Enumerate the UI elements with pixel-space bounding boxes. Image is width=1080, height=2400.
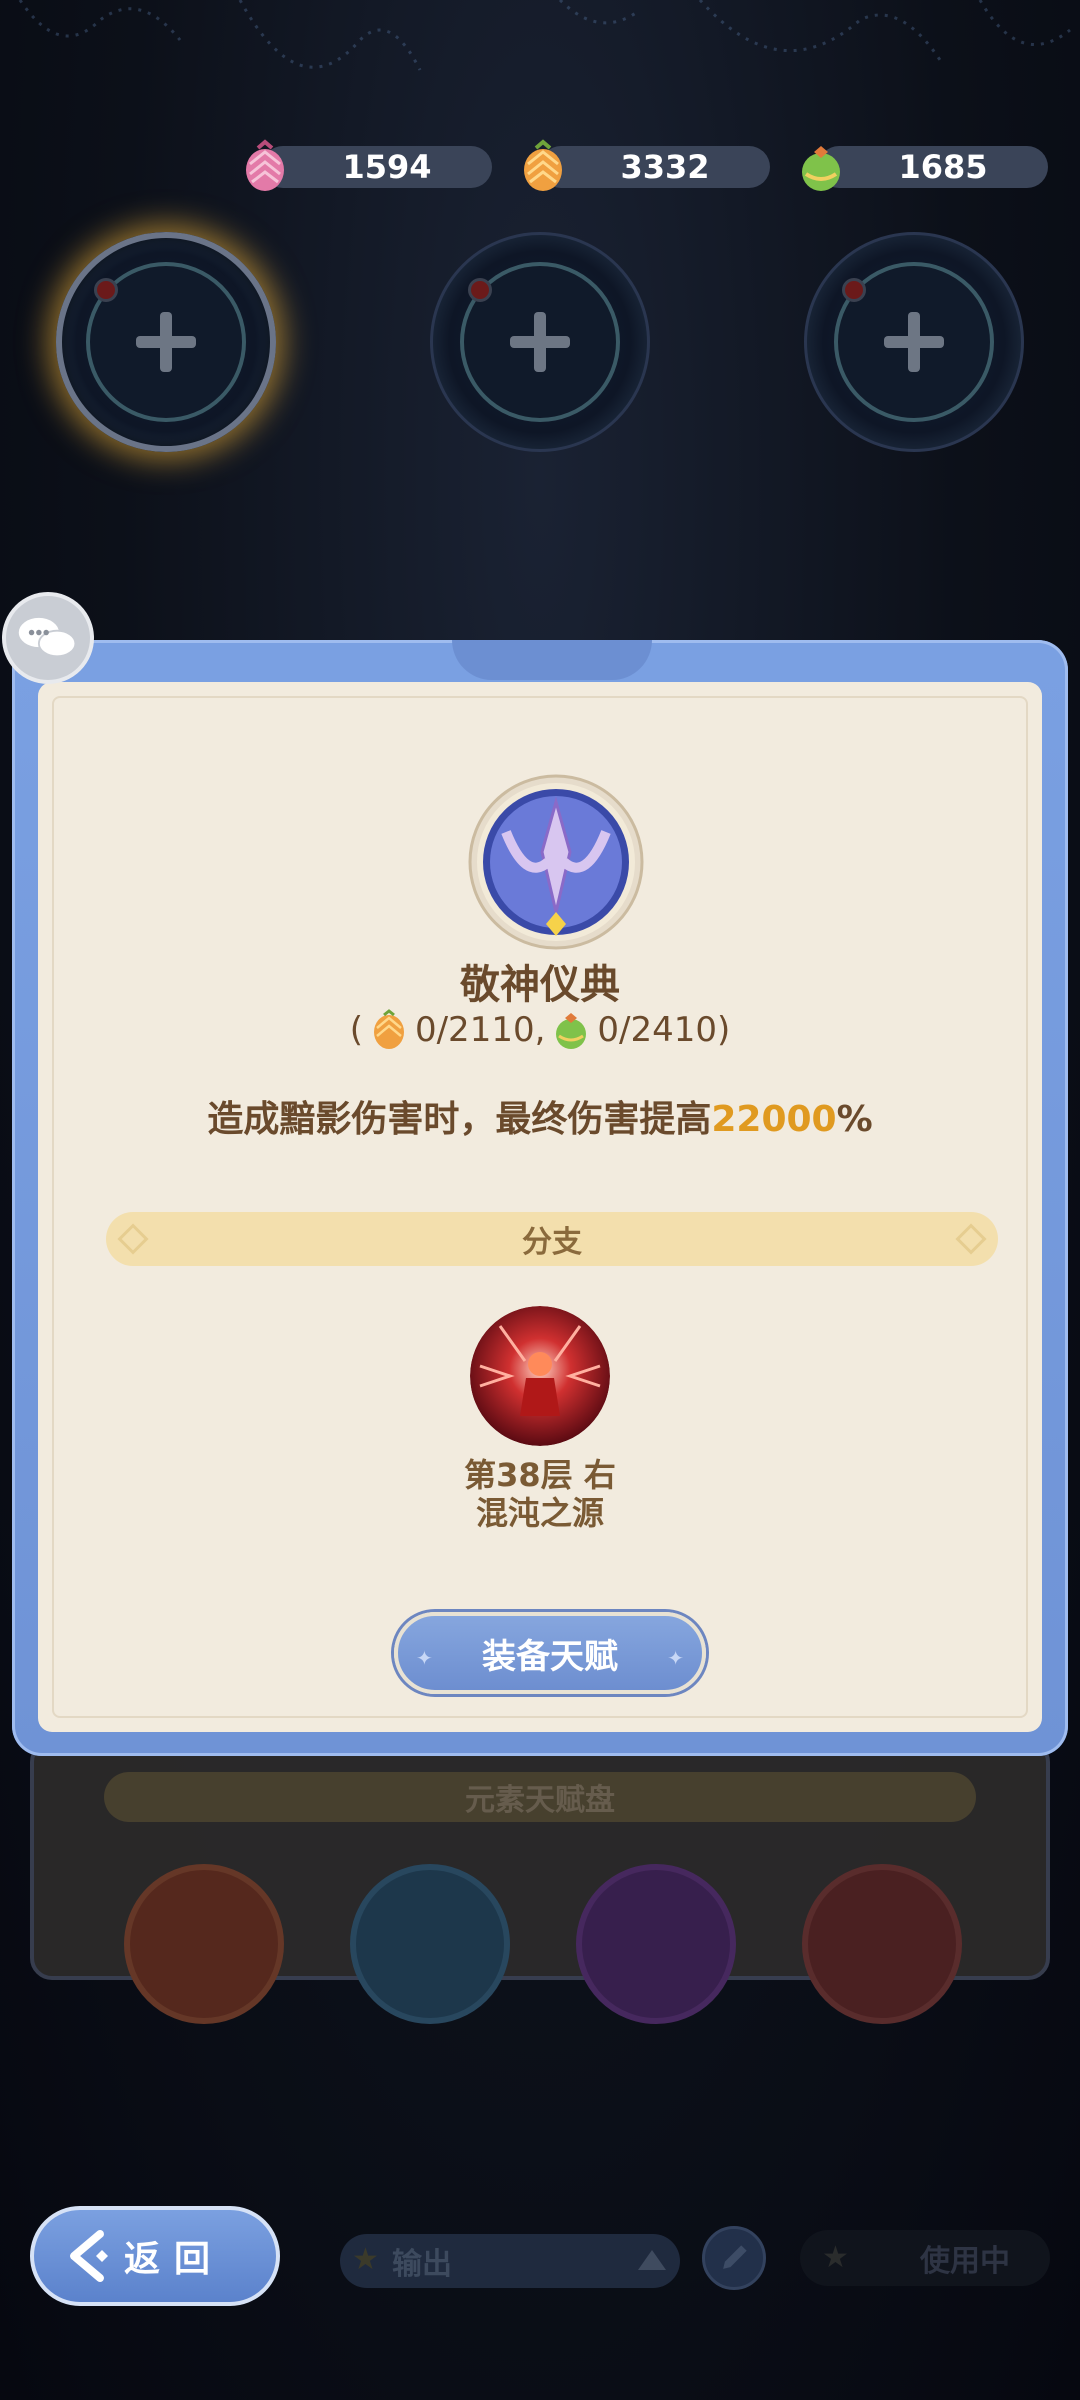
equip-talent-button[interactable]: ✦ 装备天赋 ✦ xyxy=(394,1612,706,1694)
cost-separator: , xyxy=(534,1010,546,1050)
desc-value: 22000 xyxy=(711,1099,837,1140)
game-screen: 1594 3332 1685 元素天赋盘 敬神仪典 (0/2110 , 0/2… xyxy=(0,0,1080,2400)
talent-emblem-icon xyxy=(468,774,644,950)
sparkle-icon: ✦ xyxy=(667,1646,684,1670)
plus-icon xyxy=(510,312,570,372)
equip-talent-label: 装备天赋 xyxy=(482,1636,618,1677)
talent-slot-1[interactable] xyxy=(56,232,276,452)
pencil-icon xyxy=(723,2245,747,2269)
in-use-button[interactable]: ★ 使用中 xyxy=(800,2230,1050,2286)
red-dot-indicator xyxy=(842,278,866,302)
talent-slot-3[interactable] xyxy=(804,232,1024,452)
blood-element-icon[interactable] xyxy=(802,1864,962,2024)
branch-header: 分支 xyxy=(106,1212,998,1266)
element-talent-panel: 元素天赋盘 xyxy=(30,1740,1050,2024)
cost-green-amount: 0/2410 xyxy=(597,1010,718,1050)
sparkle-icon: ✦ xyxy=(416,1646,433,1670)
desc-prefix: 造成黯影伤害时，最终伤害提高 xyxy=(207,1099,712,1140)
talent-title: 敬神仪典 xyxy=(460,962,620,1008)
orange-gem-icon xyxy=(373,1009,404,1049)
boss-name-label: 混沌之源 xyxy=(475,1494,604,1532)
cost-orange-amount: 0/2110 xyxy=(414,1010,535,1050)
back-button[interactable]: 返回 xyxy=(30,2206,280,2306)
orange-gem-count: 3332 xyxy=(620,148,710,186)
pink-gem-count: 1594 xyxy=(342,148,432,186)
back-arrow-icon xyxy=(70,2230,108,2282)
plus-icon xyxy=(884,312,944,372)
modal-top-ornament xyxy=(452,640,652,680)
plus-icon xyxy=(136,312,196,372)
cost-open: ( xyxy=(349,1010,363,1050)
shadow-element-icon[interactable] xyxy=(576,1864,736,2024)
talent-detail-modal: 敬神仪典 ( 0/2110 , 0/2410 ) 造成黯影伤害时，最终伤害提高2… xyxy=(12,640,1068,1756)
element-talent-title: 元素天赋盘 xyxy=(104,1772,976,1822)
diamond-ornament-icon xyxy=(117,1223,149,1255)
talent-cost: ( 0/2110 , 0/2410 ) xyxy=(38,1008,1042,1052)
star-icon: ★ xyxy=(822,2240,849,2275)
chat-button[interactable] xyxy=(2,592,94,684)
branch-label: 分支 xyxy=(522,1225,582,1260)
diamond-ornament-icon xyxy=(955,1223,987,1255)
edit-preset-button[interactable] xyxy=(702,2226,766,2290)
green-gem-count: 1685 xyxy=(898,148,988,186)
red-dot-indicator xyxy=(94,278,118,302)
modal-content: 敬神仪典 ( 0/2110 , 0/2410 ) 造成黯影伤害时，最终伤害提高2… xyxy=(38,682,1042,1732)
resource-green: 1685 xyxy=(802,146,1048,191)
resource-pink: 1594 xyxy=(246,139,492,191)
chat-bubble-icon xyxy=(18,617,77,658)
talent-slot-2[interactable] xyxy=(430,232,650,452)
fire-element-icon[interactable] xyxy=(124,1864,284,2024)
ice-element-icon[interactable] xyxy=(350,1864,510,2024)
preset-dropdown[interactable]: ★ 输出 xyxy=(340,2234,680,2288)
red-dot-indicator xyxy=(468,278,492,302)
preset-label: 输出 xyxy=(392,2247,452,2282)
boss-portrait-icon[interactable] xyxy=(470,1306,610,1446)
cost-close: ) xyxy=(717,1010,731,1050)
resource-orange: 3332 xyxy=(524,139,770,191)
desc-suffix: % xyxy=(836,1099,873,1140)
green-gem-icon xyxy=(556,1013,587,1049)
star-icon: ★ xyxy=(352,2242,379,2277)
talent-description: 造成黯影伤害时，最终伤害提高22000% xyxy=(38,1090,1042,1142)
in-use-label: 使用中 xyxy=(920,2244,1010,2279)
caret-up-icon xyxy=(638,2250,666,2270)
back-label: 返回 xyxy=(123,2239,224,2280)
